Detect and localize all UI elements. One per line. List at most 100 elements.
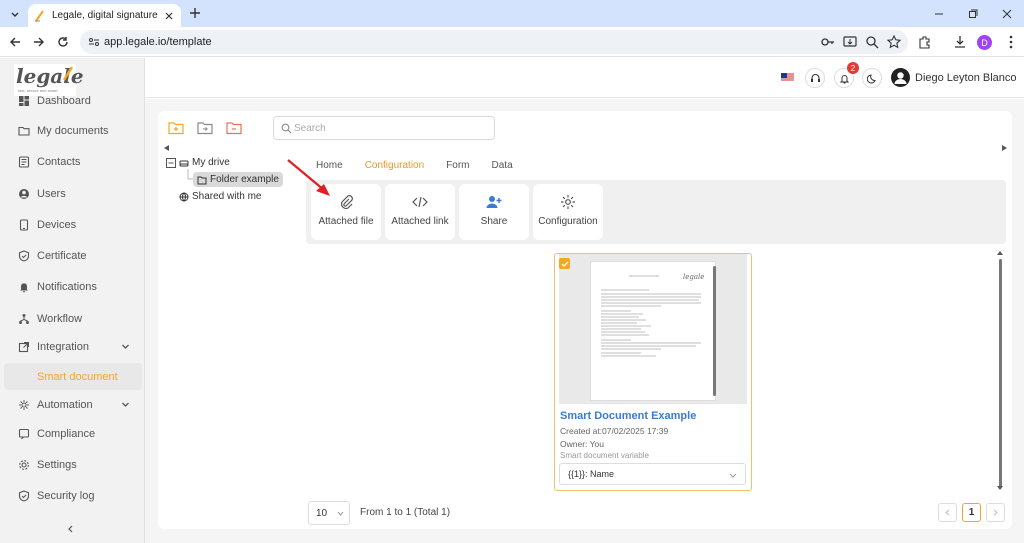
device-icon xyxy=(18,218,37,231)
chevron-right-icon xyxy=(993,509,998,516)
drive-icon xyxy=(179,160,189,166)
minimize-icon[interactable] xyxy=(922,0,956,27)
scroll-up-icon[interactable] xyxy=(997,250,1003,256)
chevron-down-icon[interactable] xyxy=(121,342,130,351)
forward-arrow-icon[interactable] xyxy=(32,35,46,49)
prev-page-button[interactable] xyxy=(938,503,957,522)
sidebar-item-settings[interactable]: Settings xyxy=(4,451,142,478)
install-app-icon[interactable] xyxy=(842,34,858,50)
scroll-right-icon[interactable] xyxy=(1001,145,1007,151)
page-size-select[interactable]: 10 xyxy=(308,501,350,525)
sidebar-item-smart-document[interactable]: Smart document xyxy=(4,363,142,390)
theme-toggle-icon[interactable] xyxy=(862,68,882,88)
us-flag-icon[interactable] xyxy=(781,73,794,82)
chevron-left-icon xyxy=(945,509,950,516)
sidebar-item-devices[interactable]: Devices xyxy=(4,211,142,238)
extensions-icon[interactable] xyxy=(917,34,933,50)
address-bar[interactable]: app.legale.io/template xyxy=(80,30,908,54)
paperclip-icon xyxy=(340,195,353,210)
support-icon[interactable] xyxy=(805,68,825,88)
automation-icon xyxy=(18,399,37,411)
page-button-current[interactable]: 1 xyxy=(962,503,981,522)
document-card[interactable]: legale Smart Document Example Created at… xyxy=(554,253,752,491)
collapse-node-icon[interactable] xyxy=(166,157,176,168)
tab-form[interactable]: Form xyxy=(446,160,469,171)
browser-menu-icon[interactable] xyxy=(1003,34,1019,50)
tab-configuration[interactable]: Configuration xyxy=(365,160,424,171)
user-icon xyxy=(18,188,37,200)
main-area: Search My drive Folder example Shared wi… xyxy=(145,99,1024,543)
attached-link-button[interactable]: Attached link xyxy=(385,184,455,240)
tab-data[interactable]: Data xyxy=(492,160,513,171)
sidebar-item-integration[interactable]: Integration xyxy=(4,333,142,360)
browser-tab-title: Legale, digital signature xyxy=(52,10,158,21)
external-link-icon xyxy=(18,341,37,353)
sidebar-item-label: Compliance xyxy=(37,427,96,440)
legale-favicon-icon xyxy=(35,9,44,22)
documents-area: legale Smart Document Example Created at… xyxy=(306,247,1006,491)
user-avatar[interactable] xyxy=(891,68,910,87)
tree-label-shared: Shared with me xyxy=(192,191,262,202)
sidebar-item-users[interactable]: Users xyxy=(4,180,142,207)
reload-icon[interactable] xyxy=(56,35,70,49)
document-title[interactable]: Smart Document Example xyxy=(560,410,696,422)
new-folder-icon[interactable] xyxy=(168,121,184,135)
share-button[interactable]: Share xyxy=(459,184,529,240)
restore-icon[interactable] xyxy=(956,0,990,27)
tree-label-folder-example: Folder example xyxy=(210,174,279,185)
tree-node-shared[interactable]: Shared with me xyxy=(179,191,261,202)
sidebar-item-automation[interactable]: Automation xyxy=(4,391,142,418)
configuration-button[interactable]: Configuration xyxy=(533,184,603,240)
chevron-down-icon[interactable] xyxy=(121,400,130,409)
variable-label: Smart document variable xyxy=(560,451,649,460)
sidebar-item-security-log[interactable]: Security log xyxy=(4,482,142,509)
url-text: app.legale.io/template xyxy=(104,36,212,48)
pagination-bar: 10 From 1 to 1 (Total 1) 1 xyxy=(306,501,1006,527)
document-page-thumbnail: legale xyxy=(590,261,716,401)
tree-node-my-drive[interactable]: My drive xyxy=(166,157,230,168)
sidebar-item-compliance[interactable]: Compliance xyxy=(4,420,142,447)
key-icon[interactable] xyxy=(820,34,836,50)
chevron-down-icon xyxy=(337,511,344,516)
back-arrow-icon[interactable] xyxy=(8,35,22,49)
user-name[interactable]: Diego Leyton Blanco xyxy=(915,72,1017,84)
scroll-down-icon[interactable] xyxy=(997,485,1003,491)
folder-icon xyxy=(197,176,207,184)
search-input[interactable]: Search xyxy=(273,116,495,140)
tree-node-folder-example[interactable]: Folder example xyxy=(193,172,283,187)
delete-folder-icon[interactable] xyxy=(226,121,242,135)
zoom-icon[interactable] xyxy=(864,34,880,50)
document-preview[interactable]: legale xyxy=(559,254,747,404)
content-tabs: Home Configuration Form Data xyxy=(316,160,535,171)
tab-search-button[interactable] xyxy=(6,5,24,23)
document-owner: Owner: You xyxy=(560,439,604,449)
sidebar-item-my-documents[interactable]: My documents xyxy=(4,117,142,144)
variable-select[interactable]: {{1}}: Name xyxy=(559,463,746,485)
sidebar-item-label: Users xyxy=(37,187,66,200)
preview-scrollbar[interactable] xyxy=(713,266,716,396)
sidebar-item-label: Security log xyxy=(37,489,95,502)
site-info-icon[interactable] xyxy=(88,36,100,48)
new-tab-icon[interactable] xyxy=(188,6,202,20)
collapse-sidebar-icon[interactable] xyxy=(66,524,76,534)
bookmark-star-icon[interactable] xyxy=(886,34,902,50)
sidebar-item-dashboard[interactable]: Dashboard xyxy=(4,87,142,114)
download-icon[interactable] xyxy=(952,34,968,50)
code-icon xyxy=(412,196,428,208)
scroll-left-icon[interactable] xyxy=(164,145,170,151)
sidebar-item-contacts[interactable]: Contacts xyxy=(4,148,142,175)
move-folder-icon[interactable] xyxy=(197,121,213,135)
close-window-icon[interactable] xyxy=(990,0,1024,27)
folder-icon xyxy=(18,125,37,137)
profile-avatar[interactable]: D xyxy=(977,35,992,50)
sidebar-item-notifications[interactable]: Notifications xyxy=(4,273,142,300)
sidebar-item-certificate[interactable]: Certificate xyxy=(4,242,142,269)
next-page-button[interactable] xyxy=(986,503,1005,522)
close-tab-icon[interactable] xyxy=(163,10,175,22)
vertical-scrollbar[interactable] xyxy=(999,259,1002,487)
sidebar-item-label: Notifications xyxy=(37,280,97,293)
sidebar-item-workflow[interactable]: Workflow xyxy=(4,305,142,332)
checkbox-icon[interactable] xyxy=(559,258,570,269)
bell-icon xyxy=(18,281,37,293)
browser-tab[interactable]: Legale, digital signature xyxy=(28,4,181,27)
